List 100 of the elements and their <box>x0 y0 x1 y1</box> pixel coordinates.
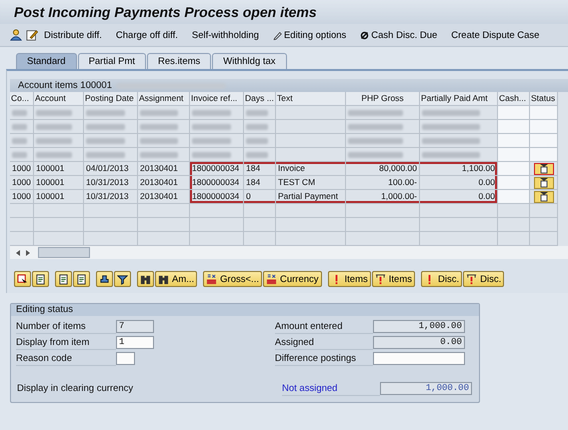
toolbar-button[interactable]: Create Dispute Case <box>449 30 542 40</box>
table-cell: Partial Payment <box>276 190 346 204</box>
section-title: Editing status <box>16 304 74 315</box>
field-label: Difference postings <box>274 352 373 366</box>
action-button[interactable]: Gross<... <box>203 271 262 287</box>
action-button[interactable]: Disc. <box>463 271 504 287</box>
table-cell: 0.00 <box>420 190 498 204</box>
table-cell: 1000 <box>10 162 34 176</box>
toolbar-button[interactable]: Cash Disc. Due <box>358 30 440 40</box>
column-header[interactable]: Posting Date <box>84 92 138 106</box>
table-cell: 04/01/2013 <box>84 162 138 176</box>
table-cell: 1,100.00 <box>420 162 498 176</box>
action-button[interactable]: Am... <box>155 271 198 287</box>
table-cell <box>138 204 190 218</box>
table-cell <box>244 232 276 246</box>
table-cell <box>498 204 530 218</box>
scroll-right-icon[interactable] <box>24 248 32 256</box>
input-field[interactable]: 0.00 <box>372 336 465 349</box>
table-cell <box>34 218 84 232</box>
person-icon[interactable] <box>10 29 22 41</box>
column-header[interactable]: Account <box>34 92 84 106</box>
column-header[interactable]: Partially Paid Amt <box>420 92 498 106</box>
icon-button[interactable] <box>73 271 90 287</box>
exclamation-bracket-icon <box>466 274 478 284</box>
field-label: Assigned <box>274 336 373 350</box>
table-cell: 100001 <box>34 176 84 190</box>
table-cell: 184 <box>244 162 276 176</box>
input-field[interactable]: 1 <box>116 336 154 349</box>
document-icon[interactable] <box>534 176 554 188</box>
toolbar-button[interactable]: Charge off diff. <box>114 30 180 40</box>
icon-button[interactable] <box>14 271 31 287</box>
table-cell: 1800000034 <box>190 176 244 190</box>
input-field[interactable] <box>372 352 465 365</box>
input-field[interactable]: 1,000.00 <box>380 382 472 395</box>
column-header[interactable]: PHP Gross <box>346 92 420 106</box>
table-cell <box>276 218 346 232</box>
tab[interactable]: Res.items <box>147 53 212 69</box>
table-cell <box>84 218 138 232</box>
tab[interactable]: Withhldg tax <box>212 53 287 69</box>
tab[interactable]: Partial Pmt <box>78 53 146 69</box>
action-button[interactable]: Items <box>372 271 415 287</box>
table-cell: 0.00 <box>420 176 498 190</box>
input-field[interactable]: 7 <box>116 320 154 333</box>
input-field[interactable]: 1,000.00 <box>372 320 465 333</box>
pencil-icon <box>272 30 282 40</box>
table-cell: 100001 <box>34 190 84 204</box>
column-header[interactable]: Assignment <box>138 92 190 106</box>
table-cell <box>244 204 276 218</box>
icon-button[interactable] <box>137 271 154 287</box>
table-cell <box>530 106 558 120</box>
field-label: Amount entered <box>274 320 373 334</box>
table-cell: 1,000.00- <box>346 190 420 204</box>
table-cell: 20130401 <box>138 190 190 204</box>
table-cell: 1800000034 <box>190 162 244 176</box>
column-header[interactable]: Invoice ref... <box>190 92 244 106</box>
table-cell <box>498 232 530 246</box>
table-cell <box>530 232 558 246</box>
table-cell: TEST CM <box>276 176 346 190</box>
document-icon <box>35 274 46 284</box>
table-cell <box>10 232 34 246</box>
scroll-left-icon[interactable] <box>14 248 22 256</box>
table-cell <box>530 218 558 232</box>
table-caption: Account items 100001 <box>18 80 112 91</box>
window-title: Post Incoming Payments Process open items <box>14 4 317 20</box>
table-cell <box>498 218 530 232</box>
toolbar-button[interactable]: Distribute diff. <box>42 30 104 40</box>
document-icon <box>76 274 87 284</box>
column-header[interactable]: Days ... <box>244 92 276 106</box>
exclamation-bracket-icon <box>374 274 386 284</box>
icon-button[interactable] <box>55 271 72 287</box>
table-cell <box>276 232 346 246</box>
column-header[interactable]: Text <box>276 92 346 106</box>
tab[interactable]: Standard <box>16 53 77 69</box>
table-cell: 100001 <box>34 162 84 176</box>
document-icon <box>58 274 69 284</box>
icon-button[interactable] <box>96 271 113 287</box>
icon-button[interactable] <box>32 271 49 287</box>
action-button[interactable]: Disc. <box>421 271 462 287</box>
cursor-icon <box>17 274 28 284</box>
toolbar-button[interactable]: Editing options <box>270 30 348 40</box>
action-button[interactable]: Items <box>328 271 371 287</box>
table-cell <box>10 204 34 218</box>
action-button[interactable]: Currency <box>262 271 322 287</box>
table-cell: 0 <box>244 190 276 204</box>
document-icon[interactable] <box>534 190 554 202</box>
table-cell <box>190 204 244 218</box>
toolbar-button[interactable]: Self-withholding <box>190 30 261 40</box>
edit-icon[interactable] <box>26 29 38 41</box>
table-cell: 80,000.00 <box>346 162 420 176</box>
scrollbar-thumb[interactable] <box>38 247 90 258</box>
table-cell <box>190 232 244 246</box>
column-header[interactable]: Status <box>530 92 558 106</box>
icon-button[interactable] <box>114 271 131 287</box>
document-icon[interactable] <box>534 162 554 174</box>
input-field[interactable] <box>116 352 135 365</box>
column-header[interactable]: Co... <box>10 92 34 106</box>
table-cell: 1000 <box>10 176 34 190</box>
field-label: Display in clearing currency <box>17 383 134 394</box>
table-cell <box>34 204 84 218</box>
column-header[interactable]: Cash... <box>498 92 530 106</box>
